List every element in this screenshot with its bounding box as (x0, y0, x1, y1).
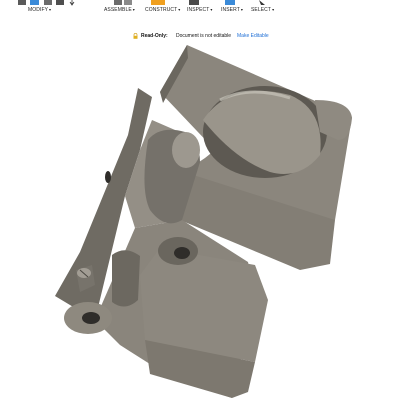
chevron-down-icon: ▾ (240, 7, 243, 12)
menu-inspect[interactable]: INSPECT▾ (187, 7, 212, 13)
chevron-down-icon: ▾ (178, 7, 181, 12)
menu-modify-label: MODIFY (28, 7, 49, 13)
bolt-hole (174, 247, 190, 259)
model-viewport[interactable] (0, 26, 400, 400)
menu-assemble-label: ASSEMBLE (104, 7, 132, 13)
menu-construct[interactable]: CONSTRUCT▾ (145, 7, 180, 13)
insert-icon[interactable] (222, 0, 238, 6)
inspect-icon[interactable] (186, 0, 202, 6)
lower-shaft (112, 250, 140, 307)
chevron-down-icon: ▾ (272, 7, 275, 12)
chevron-down-icon: ▾ (210, 7, 213, 12)
shaft-end (172, 132, 200, 168)
menu-insert[interactable]: INSERT▾ (221, 7, 243, 13)
menu-modify[interactable]: MODIFY▾ (28, 7, 51, 13)
side-hole (105, 171, 111, 183)
menu-select-label: SELECT (251, 7, 272, 13)
menu-inspect-label: INSPECT (187, 7, 210, 13)
toolbar: MODIFY▾ ASSEMBLE▾ CONSTRUCT▾ INSPECT▾ IN… (0, 0, 400, 16)
chevron-down-icon: ▾ (132, 7, 135, 12)
modify-icon[interactable] (18, 0, 78, 6)
menu-select[interactable]: SELECT▾ (251, 7, 274, 13)
menu-insert-label: INSERT (221, 7, 240, 13)
menu-assemble[interactable]: ASSEMBLE▾ (104, 7, 135, 13)
eyelet-hole (82, 312, 100, 324)
menu-construct-label: CONSTRUCT (145, 7, 178, 13)
construct-icon[interactable] (148, 0, 170, 6)
select-icon[interactable] (254, 0, 270, 6)
cad-model[interactable] (55, 45, 352, 398)
assemble-icon[interactable] (112, 0, 134, 6)
chevron-down-icon: ▾ (49, 7, 52, 12)
readonly-bar: Read-Only: Document is not editable Make… (0, 16, 400, 39)
